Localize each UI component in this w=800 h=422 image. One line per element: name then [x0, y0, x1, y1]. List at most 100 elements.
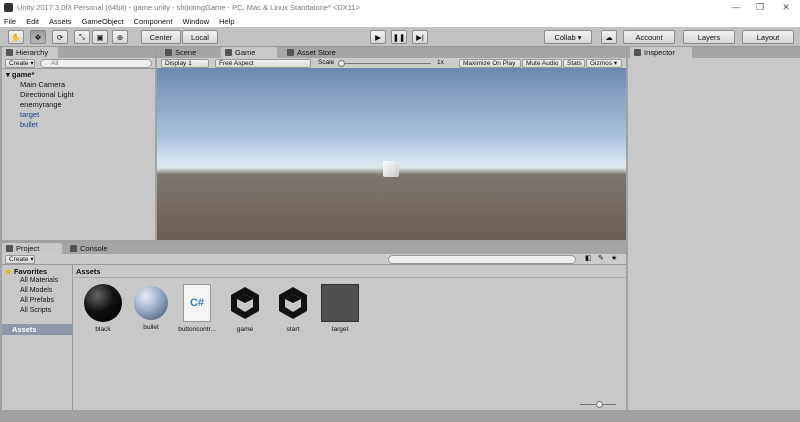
scale-tool-button[interactable]: ⤡ [74, 30, 90, 44]
unity-scene-icon [274, 284, 312, 322]
favorite-item[interactable]: All Scripts [20, 307, 51, 314]
transform-tool-button[interactable]: ⊕ [112, 30, 128, 44]
material-black-thumbnail [84, 284, 122, 322]
pivot-center-button[interactable]: Center [141, 30, 181, 44]
thumbnail-size-thumb[interactable] [596, 401, 603, 408]
tab-console[interactable]: Console [66, 243, 126, 254]
scale-icon: ⤡ [79, 32, 85, 41]
project-tab-label: Project [16, 244, 40, 253]
project-create-dropdown[interactable]: Create ▾ [5, 255, 35, 264]
favorite-item[interactable]: All Models [20, 287, 52, 294]
pause-button[interactable]: ❚❚ [391, 30, 407, 44]
scene-root[interactable]: ▾ game* [6, 70, 34, 79]
tab-hierarchy[interactable]: Hierarchy [2, 47, 58, 58]
hierarchy-tab-label: Hierarchy [16, 48, 49, 57]
favorite-item[interactable]: All Prefabs [20, 297, 54, 304]
tab-project[interactable]: Project [2, 243, 62, 254]
hierarchy-item[interactable]: Main Camera [20, 80, 65, 89]
hierarchy-create-dropdown[interactable]: Create ▾ [5, 59, 35, 68]
menu-assets[interactable]: Assets [49, 17, 72, 26]
favorite-star-icon[interactable]: ★ [611, 254, 617, 262]
account-label: Account [635, 32, 663, 42]
project-tabstrip: Project Console [2, 243, 626, 254]
layers-dropdown[interactable]: Layers [683, 30, 735, 44]
game-viewport[interactable] [157, 68, 626, 240]
cloud-button[interactable]: ☁ [601, 30, 617, 44]
scale-value: 1x [437, 59, 444, 66]
material-bullet-thumbnail [134, 286, 168, 320]
tab-asset-store[interactable]: Asset Store [283, 47, 345, 58]
center-label: Center [149, 32, 173, 42]
hand-tool-button[interactable]: ✋ [8, 30, 24, 44]
favorites-group[interactable]: ★ Favorites [5, 267, 47, 276]
asset-name: game [236, 326, 254, 333]
gizmos-label: Gizmos ▾ [590, 60, 618, 67]
asset-name: bullet [143, 324, 159, 331]
tab-inspector[interactable]: Inspector [630, 47, 692, 58]
asset-item[interactable]: game [222, 284, 268, 333]
project-folder-tree: ★ Favorites All Materials All Models All… [2, 265, 73, 410]
filter-type-icon[interactable]: ◧ [585, 254, 592, 262]
layout-dropdown[interactable]: Layout [742, 30, 794, 44]
favorites-label: Favorites [13, 267, 48, 276]
maximize-on-play-toggle[interactable]: Maximize On Play [459, 59, 521, 68]
project-search-input[interactable] [388, 255, 576, 264]
hierarchy-item[interactable]: bullet [20, 120, 38, 129]
account-dropdown[interactable]: Account [623, 30, 675, 44]
move-icon: ✥ [34, 32, 42, 42]
favorite-item[interactable]: All Materials [20, 277, 58, 284]
gizmos-dropdown[interactable]: Gizmos ▾ [586, 59, 622, 68]
step-icon: ▶| [416, 32, 424, 42]
asset-item[interactable]: bullet [128, 284, 174, 331]
minimize-button[interactable]: — [724, 0, 748, 15]
hand-icon: ✋ [11, 32, 21, 42]
asset-item[interactable]: target [317, 284, 363, 333]
move-tool-button[interactable]: ✥ [30, 30, 46, 44]
asset-item[interactable]: black [80, 284, 126, 333]
stats-toggle[interactable]: Stats [563, 59, 585, 68]
play-button[interactable]: ▶ [370, 30, 386, 44]
inspector-tabstrip: Inspector [628, 47, 800, 58]
hierarchy-item[interactable]: enemyrange [20, 100, 62, 109]
title-bar: Unity 2017.3.0f3 Personal (64bit) - game… [0, 0, 800, 15]
tab-game[interactable]: Game [221, 47, 277, 58]
prefab-target-thumbnail [321, 284, 359, 322]
step-button[interactable]: ▶| [412, 30, 428, 44]
collab-button[interactable]: Collab ▾ [544, 30, 592, 44]
create-label: Create ▾ [9, 60, 34, 67]
menu-edit[interactable]: Edit [26, 17, 39, 26]
close-button[interactable]: ✕ [774, 0, 798, 15]
pivot-local-button[interactable]: Local [182, 30, 218, 44]
scale-slider-thumb[interactable] [338, 60, 345, 67]
rotate-tool-button[interactable]: ⟳ [52, 30, 68, 44]
aspect-dropdown[interactable]: Free Aspect [215, 59, 311, 68]
console-icon [70, 245, 77, 252]
hierarchy-item[interactable]: Directional Light [20, 90, 74, 99]
aspect-label: Free Aspect [219, 60, 254, 67]
console-tab-label: Console [80, 244, 108, 253]
asset-item[interactable]: C# buttoncontr... [174, 284, 220, 333]
scale-slider[interactable] [339, 63, 431, 64]
menu-component[interactable]: Component [134, 17, 173, 26]
cloud-icon: ☁ [605, 32, 613, 42]
display-dropdown[interactable]: Display 1 [161, 59, 209, 68]
info-icon [634, 49, 641, 56]
menu-window[interactable]: Window [182, 17, 209, 26]
mute-audio-toggle[interactable]: Mute Audio [522, 59, 562, 68]
game-tab-label: Game [235, 48, 256, 57]
menu-help[interactable]: Help [219, 17, 234, 26]
menu-gameobject[interactable]: GameObject [82, 17, 124, 26]
filter-label-icon[interactable]: ✎ [598, 254, 604, 262]
rect-tool-button[interactable]: ▣ [92, 30, 108, 44]
asset-item[interactable]: start [270, 284, 316, 333]
tab-scene[interactable]: Scene [161, 47, 211, 58]
hierarchy-search-input[interactable] [40, 59, 152, 68]
project-toolbar: Create ▾ ◧ ✎ ★ [2, 254, 626, 265]
asset-store-icon [287, 49, 294, 56]
hierarchy-icon [6, 49, 13, 56]
assets-folder-row[interactable]: Assets [2, 324, 73, 335]
maximize-button[interactable]: ❐ [748, 0, 772, 15]
hierarchy-item[interactable]: target [20, 110, 39, 119]
menu-file[interactable]: File [4, 17, 16, 26]
hierarchy-panel: Create ▾ ▾ game* Main Camera Directional… [2, 58, 155, 240]
